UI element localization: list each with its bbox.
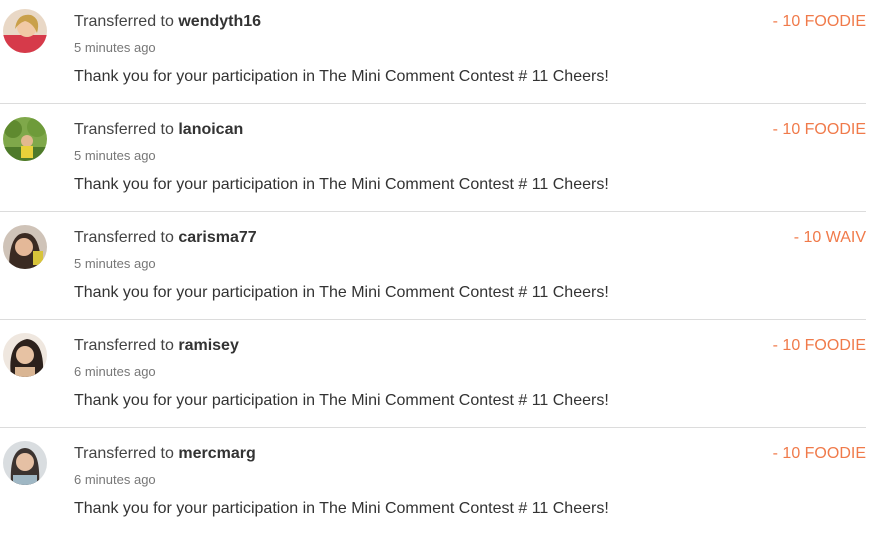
divider — [0, 103, 866, 104]
transfer-row: Transferred to carisma77 5 minutes ago T… — [0, 216, 866, 323]
transfer-amount: - 10 FOODIE — [772, 121, 866, 138]
recipient-link[interactable]: carisma77 — [178, 229, 256, 246]
transfer-memo: Thank you for your participation in The … — [74, 176, 609, 193]
transfer-label: Transferred to — [74, 337, 179, 354]
timestamp: 5 minutes ago — [74, 256, 156, 271]
recipient-link[interactable]: mercmarg — [178, 445, 255, 462]
transfer-title: Transferred to ramisey — [74, 337, 239, 355]
transfer-label: Transferred to — [74, 445, 179, 462]
transfer-title: Transferred to carisma77 — [74, 229, 257, 247]
transfer-row: Transferred to lanoican 5 minutes ago Th… — [0, 108, 866, 215]
timestamp: 6 minutes ago — [74, 364, 156, 379]
divider — [0, 319, 866, 320]
divider — [0, 211, 866, 212]
transfer-label: Transferred to — [74, 13, 179, 30]
transfer-title: Transferred to mercmarg — [74, 445, 256, 463]
user-avatar-icon[interactable] — [3, 9, 47, 53]
recipient-link[interactable]: ramisey — [178, 337, 239, 354]
recipient-link[interactable]: lanoican — [178, 121, 243, 138]
transfer-label: Transferred to — [74, 229, 179, 246]
transfer-row: Transferred to mercmarg 6 minutes ago Th… — [0, 432, 866, 539]
transfer-amount: - 10 FOODIE — [772, 445, 866, 462]
transfer-row: Transferred to wendyth16 5 minutes ago T… — [0, 0, 866, 107]
transfer-amount: - 10 WAIV — [793, 229, 866, 246]
timestamp: 5 minutes ago — [74, 148, 156, 163]
transfer-amount: - 10 FOODIE — [772, 13, 866, 30]
user-avatar-icon[interactable] — [3, 117, 47, 161]
transfer-row: Transferred to ramisey 6 minutes ago Tha… — [0, 324, 866, 431]
transfer-title: Transferred to lanoican — [74, 121, 243, 139]
user-avatar-icon[interactable] — [3, 441, 47, 485]
transfer-memo: Thank you for your participation in The … — [74, 68, 609, 85]
transfer-history-list: Transferred to wendyth16 5 minutes ago T… — [0, 0, 886, 525]
transfer-memo: Thank you for your participation in The … — [74, 392, 609, 409]
recipient-link[interactable]: wendyth16 — [178, 13, 261, 30]
transfer-label: Transferred to — [74, 121, 179, 138]
transfer-amount: - 10 FOODIE — [772, 337, 866, 354]
transfer-memo: Thank you for your participation in The … — [74, 284, 609, 301]
user-avatar-icon[interactable] — [3, 225, 47, 269]
transfer-title: Transferred to wendyth16 — [74, 13, 261, 31]
divider — [0, 427, 866, 428]
timestamp: 5 minutes ago — [74, 40, 156, 55]
transfer-memo: Thank you for your participation in The … — [74, 500, 609, 517]
timestamp: 6 minutes ago — [74, 472, 156, 487]
user-avatar-icon[interactable] — [3, 333, 47, 377]
